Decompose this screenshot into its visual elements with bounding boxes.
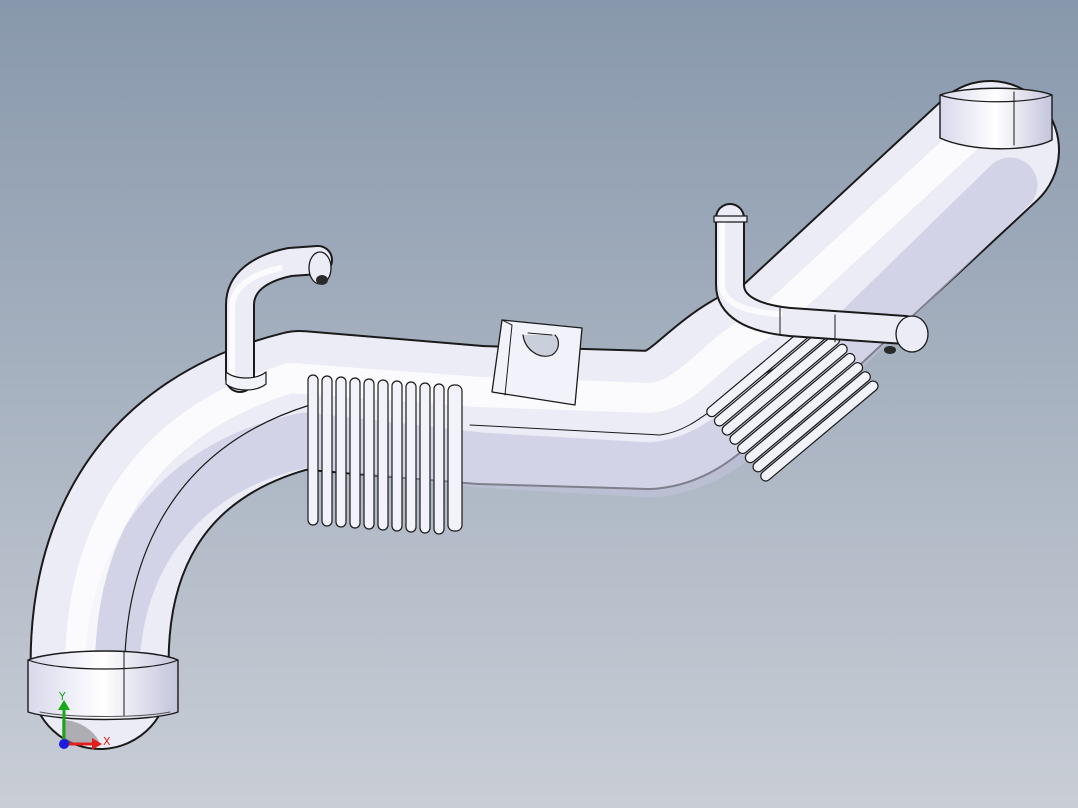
y-axis-label: Y (58, 690, 66, 703)
mounting-bracket[interactable] (491, 319, 583, 406)
outlet-cuff[interactable] (939, 87, 1053, 150)
cad-graphics-viewport[interactable]: Y X (0, 0, 1078, 808)
graphics-area[interactable]: Y X (0, 0, 1078, 808)
x-axis-label: X (103, 735, 111, 748)
inlet-cuff[interactable] (27, 650, 179, 721)
origin-point (59, 739, 69, 749)
center-bellows[interactable] (307, 374, 463, 535)
